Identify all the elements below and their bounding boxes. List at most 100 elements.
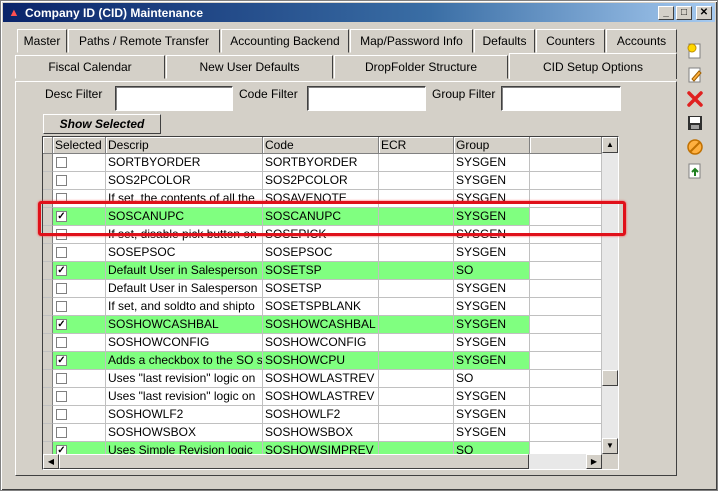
vertical-scrollbar[interactable]: ▲ ▼ <box>602 137 618 454</box>
table-row[interactable]: SOSEPSOC SOSEPSOC SYSGEN <box>43 244 602 262</box>
group-cell[interactable]: SYSGEN <box>454 280 530 298</box>
table-row[interactable]: ✓ Uses Simple Revision logic SOSHOWSIMPREV… <box>43 442 602 454</box>
ecr-cell[interactable] <box>379 406 454 424</box>
column-header-code[interactable]: Code <box>263 137 379 154</box>
descrip-cell[interactable]: SORTBYORDER <box>106 154 263 172</box>
code-cell[interactable]: SOSETSP <box>263 280 379 298</box>
group-cell[interactable]: SYSGEN <box>454 388 530 406</box>
tab-paths-remote-transfer[interactable]: Paths / Remote Transfer <box>68 29 220 53</box>
save-icon[interactable] <box>683 112 707 134</box>
descrip-cell[interactable]: Uses "last revision" logic on <box>106 388 263 406</box>
close-button[interactable]: ✕ <box>696 5 712 20</box>
descrip-cell[interactable]: SOSHOWCONFIG <box>106 334 263 352</box>
code-cell[interactable]: SOSHOWLASTREV <box>263 370 379 388</box>
selected-checkbox[interactable] <box>56 301 67 312</box>
table-row[interactable]: SOSHOWSBOX SOSHOWSBOX SYSGEN <box>43 424 602 442</box>
tab-defaults[interactable]: Defaults <box>474 29 535 53</box>
group-cell[interactable]: SYSGEN <box>454 334 530 352</box>
descrip-cell[interactable]: SOSHOWSBOX <box>106 424 263 442</box>
row-selector[interactable] <box>43 442 53 454</box>
descrip-cell[interactable]: If set, and soldto and shipto <box>106 298 263 316</box>
selected-checkbox[interactable] <box>56 373 67 384</box>
column-header-ecr[interactable]: ECR <box>379 137 454 154</box>
title-bar[interactable]: ▲ Company ID (CID) Maintenance _ □ ✕ <box>3 3 715 22</box>
row-selector[interactable] <box>43 280 53 298</box>
tab-dropfolder-structure[interactable]: DropFolder Structure <box>334 55 508 79</box>
row-selector[interactable] <box>43 172 53 190</box>
code-cell[interactable]: SOSEPSOC <box>263 244 379 262</box>
maximize-button[interactable]: □ <box>676 5 692 20</box>
column-header-selected[interactable]: Selected <box>53 137 106 154</box>
table-row[interactable]: SOSHOWCONFIG SOSHOWCONFIG SYSGEN <box>43 334 602 352</box>
group-cell[interactable]: SYSGEN <box>454 154 530 172</box>
code-cell[interactable]: SOSETSP <box>263 262 379 280</box>
group-cell[interactable]: SO <box>454 442 530 454</box>
code-cell[interactable]: SOSHOWLF2 <box>263 406 379 424</box>
selected-checkbox[interactable]: ✓ <box>56 445 67 454</box>
ecr-cell[interactable] <box>379 298 454 316</box>
code-filter-input[interactable] <box>307 86 426 111</box>
minimize-button[interactable]: _ <box>658 5 674 20</box>
horizontal-scrollbar[interactable]: ◀ ▶ <box>43 454 602 469</box>
code-cell[interactable]: SOSHOWCONFIG <box>263 334 379 352</box>
table-row[interactable]: Uses "last revision" logic on SOSHOWLASTR… <box>43 388 602 406</box>
row-selector[interactable] <box>43 352 53 370</box>
scroll-left-arrow-icon[interactable]: ◀ <box>43 454 59 469</box>
row-selector[interactable] <box>43 298 53 316</box>
row-selector[interactable] <box>43 388 53 406</box>
group-cell[interactable]: SYSGEN <box>454 352 530 370</box>
code-cell[interactable]: SOSHOWCASHBAL <box>263 316 379 334</box>
selected-checkbox[interactable] <box>56 427 67 438</box>
row-selector[interactable] <box>43 334 53 352</box>
row-selector[interactable] <box>43 154 53 172</box>
code-cell[interactable]: SOSHOWSBOX <box>263 424 379 442</box>
table-row[interactable]: Uses "last revision" logic on SOSHOWLASTR… <box>43 370 602 388</box>
selected-checkbox[interactable]: ✓ <box>56 265 67 276</box>
desc-filter-input[interactable] <box>115 86 233 111</box>
selected-checkbox[interactable] <box>56 409 67 420</box>
scroll-right-arrow-icon[interactable]: ▶ <box>586 454 602 469</box>
code-cell[interactable]: SOS2PCOLOR <box>263 172 379 190</box>
column-header-descrip[interactable]: Descrip <box>106 137 263 154</box>
column-header-group[interactable]: Group <box>454 137 530 154</box>
table-row[interactable]: ✓ SOSHOWCASHBAL SOSHOWCASHBAL SYSGEN <box>43 316 602 334</box>
cid-options-grid[interactable]: Selected Descrip Code ECR Group SORTBYOR… <box>42 136 619 470</box>
table-row[interactable]: ✓ Adds a checkbox to the SO s SOSHOWCPU SYS… <box>43 352 602 370</box>
ecr-cell[interactable] <box>379 280 454 298</box>
ecr-cell[interactable] <box>379 316 454 334</box>
selected-checkbox[interactable]: ✓ <box>56 319 67 330</box>
ecr-cell[interactable] <box>379 334 454 352</box>
code-cell[interactable]: SOSHOWSIMPREV <box>263 442 379 454</box>
descrip-cell[interactable]: Default User in Salesperson <box>106 262 263 280</box>
table-row[interactable]: If set, and soldto and shipto SOSETSPBLAN… <box>43 298 602 316</box>
selected-checkbox[interactable] <box>56 175 67 186</box>
ecr-cell[interactable] <box>379 244 454 262</box>
tab-accounting-backend[interactable]: Accounting Backend <box>221 29 349 53</box>
descrip-cell[interactable]: Adds a checkbox to the SO s <box>106 352 263 370</box>
vertical-scroll-thumb[interactable] <box>602 370 618 386</box>
tab-new-user-defaults[interactable]: New User Defaults <box>166 55 333 79</box>
tab-cid-setup-options[interactable]: CID Setup Options <box>509 53 677 79</box>
ecr-cell[interactable] <box>379 442 454 454</box>
tab-counters[interactable]: Counters <box>536 29 605 53</box>
group-cell[interactable]: SYSGEN <box>454 172 530 190</box>
group-cell[interactable]: SYSGEN <box>454 316 530 334</box>
group-cell[interactable]: SO <box>454 370 530 388</box>
descrip-cell[interactable]: SOSHOWLF2 <box>106 406 263 424</box>
descrip-cell[interactable]: Uses "last revision" logic on <box>106 370 263 388</box>
cancel-icon[interactable] <box>683 136 707 158</box>
tab-map-password-info[interactable]: Map/Password Info <box>350 29 473 53</box>
row-selector[interactable] <box>43 244 53 262</box>
row-selector[interactable] <box>43 316 53 334</box>
new-record-icon[interactable] <box>683 40 707 62</box>
edit-icon[interactable] <box>683 64 707 86</box>
delete-icon[interactable] <box>683 88 707 110</box>
code-cell[interactable]: SOSHOWCPU <box>263 352 379 370</box>
ecr-cell[interactable] <box>379 352 454 370</box>
selected-checkbox[interactable] <box>56 391 67 402</box>
table-row[interactable]: SORTBYORDER SORTBYORDER SYSGEN <box>43 154 602 172</box>
row-selector[interactable] <box>43 406 53 424</box>
group-cell[interactable]: SO <box>454 262 530 280</box>
tab-master[interactable]: Master <box>17 29 67 53</box>
tab-accounts[interactable]: Accounts <box>606 29 677 53</box>
